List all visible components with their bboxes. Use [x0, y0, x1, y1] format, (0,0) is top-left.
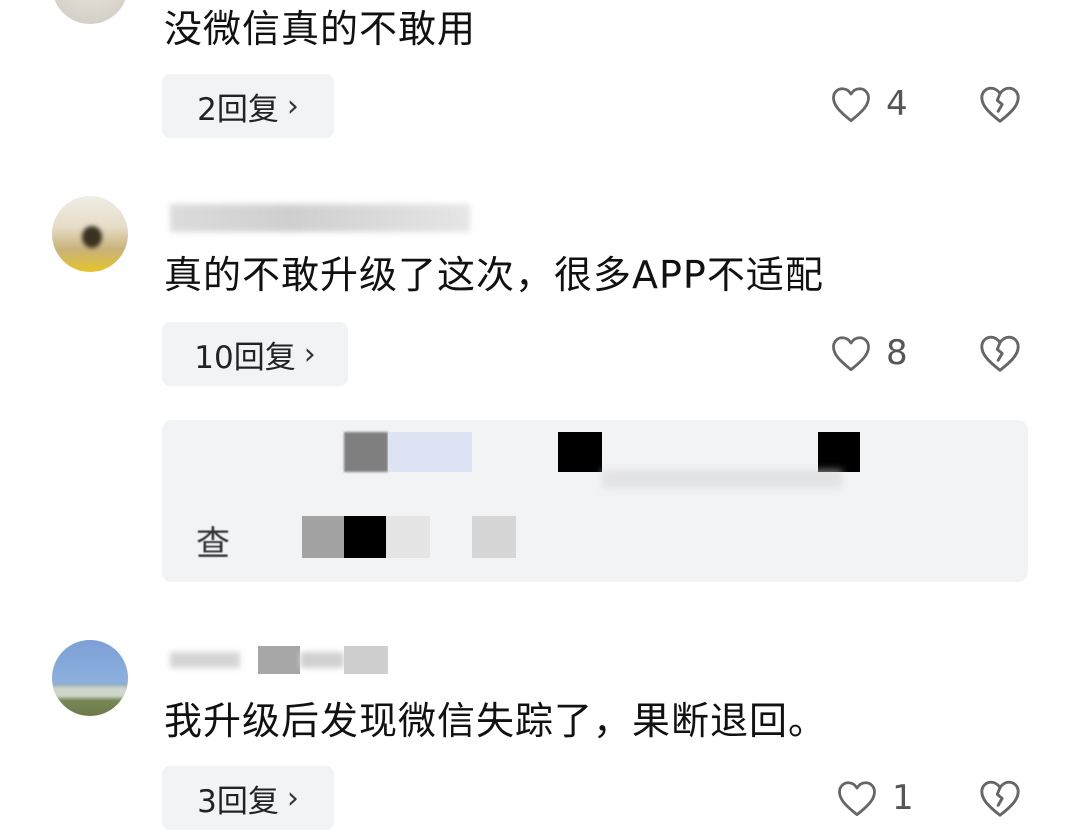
like-count: 8 — [886, 333, 908, 373]
reply-button[interactable]: 2回复 › — [162, 74, 334, 138]
reply-label: 2回复 — [197, 91, 279, 128]
like-button[interactable]: 4 — [830, 84, 908, 124]
like-count: 4 — [886, 84, 908, 124]
dislike-button[interactable] — [978, 84, 1022, 128]
redacted-block — [344, 432, 388, 472]
redacted-block — [344, 516, 386, 558]
avatar-image — [52, 686, 128, 698]
heart-outline-icon — [838, 781, 876, 817]
dislike-button[interactable] — [978, 333, 1022, 377]
like-button[interactable]: 1 — [836, 778, 914, 818]
redacted-block — [386, 516, 430, 558]
redacted-text — [602, 470, 842, 488]
redacted-block — [472, 516, 516, 558]
heart-outline-icon — [832, 87, 870, 123]
heart-outline-icon — [832, 336, 870, 372]
broken-heart-icon — [980, 86, 1020, 123]
broken-heart-icon — [980, 335, 1020, 372]
avatar[interactable] — [52, 640, 128, 716]
partial-text: 查 — [196, 524, 230, 564]
redacted-block — [388, 432, 472, 472]
avatar[interactable] — [52, 0, 128, 24]
chevron-right-icon: › — [286, 780, 299, 816]
avatar[interactable] — [52, 196, 128, 272]
reply-button[interactable]: 3回复 › — [162, 766, 334, 830]
avatar-image — [82, 226, 102, 248]
chevron-right-icon: › — [286, 88, 299, 124]
redacted-block — [818, 432, 860, 472]
redacted-block — [302, 516, 344, 558]
author-meta-redacted — [170, 204, 470, 232]
reply-label: 3回复 — [197, 783, 279, 820]
comment-text: 真的不敢升级了这次，很多APP不适配 — [164, 253, 824, 297]
dislike-button[interactable] — [978, 778, 1022, 822]
redacted-block — [558, 432, 602, 472]
author-meta-redacted — [170, 646, 420, 674]
reply-button[interactable]: 10回复 › — [162, 322, 348, 386]
like-count: 1 — [892, 778, 914, 818]
comment-text: 没微信真的不敢用 — [164, 7, 477, 51]
reply-label: 10回复 — [194, 339, 296, 376]
reply-preview-box[interactable]: 查 — [162, 420, 1028, 582]
chevron-right-icon: › — [303, 336, 316, 372]
broken-heart-icon — [980, 780, 1020, 817]
like-button[interactable]: 8 — [830, 333, 908, 373]
comment-text: 我升级后发现微信失踪了，果断退回。 — [164, 699, 828, 743]
